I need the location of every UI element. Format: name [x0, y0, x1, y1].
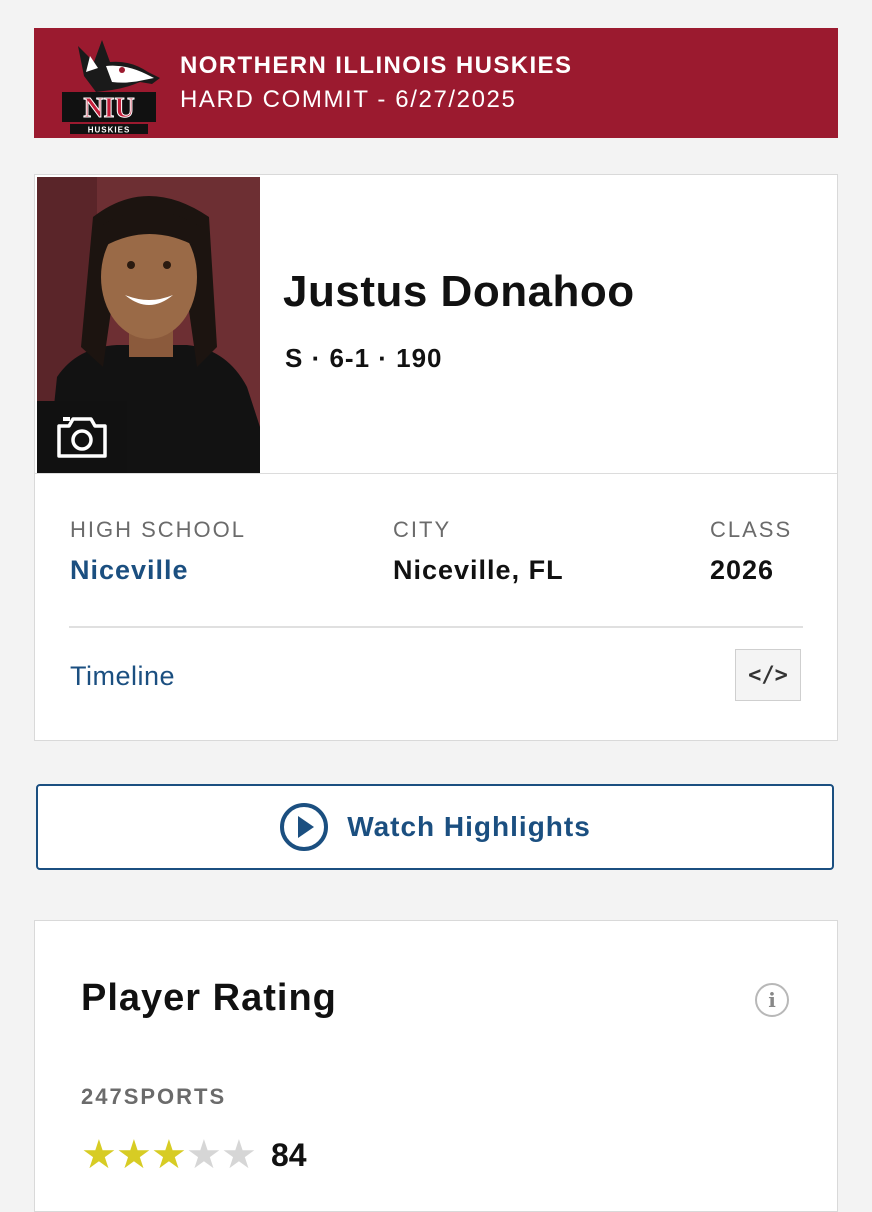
player-profile-card: Justus Donahoo S · 6-1 · 190 HIGH SCHOOL… [34, 174, 838, 741]
star-empty-icon: ★ [186, 1133, 222, 1177]
star-rating: ★ ★ ★ ★ ★ [81, 1133, 257, 1177]
high-school-link[interactable]: Niceville [70, 555, 189, 586]
play-circle-icon [280, 803, 329, 851]
timeline-link[interactable]: Timeline [70, 661, 175, 692]
star-filled-icon: ★ [81, 1133, 117, 1177]
player-name: Justus Donahoo [283, 267, 635, 316]
commit-team: NORTHERN ILLINOIS HUSKIES [180, 52, 573, 79]
city-label: CITY [393, 517, 452, 542]
niu-huskies-logo: NIU HUSKIES [62, 40, 160, 135]
card-divider [35, 473, 837, 474]
logo-text: NIU [83, 93, 134, 124]
star-filled-icon: ★ [151, 1133, 187, 1177]
commit-banner[interactable]: NIU HUSKIES NORTHERN ILLINOIS HUSKIES HA… [34, 28, 838, 138]
city-value: Niceville, FL [393, 555, 564, 585]
row-divider [69, 626, 803, 628]
class-value: 2026 [710, 555, 775, 585]
watch-highlights-label: Watch Highlights [347, 811, 591, 842]
info-icon[interactable]: i [755, 983, 789, 1017]
commit-status: HARD COMMIT - 6/27/2025 [180, 86, 517, 113]
code-embed-icon: </> [748, 662, 788, 688]
rating-source-label: 247SPORTS [81, 1084, 227, 1109]
player-position-height-weight: S · 6-1 · 190 [285, 343, 443, 373]
player-rating-card: Player Rating i 247SPORTS ★ ★ ★ ★ ★ 84 [34, 920, 838, 1212]
camera-icon [57, 417, 107, 458]
player-rating-title: Player Rating [81, 977, 337, 1019]
star-filled-icon: ★ [116, 1133, 152, 1177]
high-school-label: HIGH SCHOOL [70, 517, 247, 542]
watch-highlights-button[interactable]: Watch Highlights [36, 784, 834, 870]
star-empty-icon: ★ [221, 1133, 257, 1177]
player-photo[interactable] [37, 177, 260, 473]
rating-score: 84 [271, 1137, 307, 1173]
logo-subtext: HUSKIES [88, 126, 131, 135]
photo-gallery-button[interactable] [37, 401, 127, 473]
class-label: CLASS [710, 517, 793, 542]
embed-code-button[interactable]: </> [735, 649, 801, 701]
